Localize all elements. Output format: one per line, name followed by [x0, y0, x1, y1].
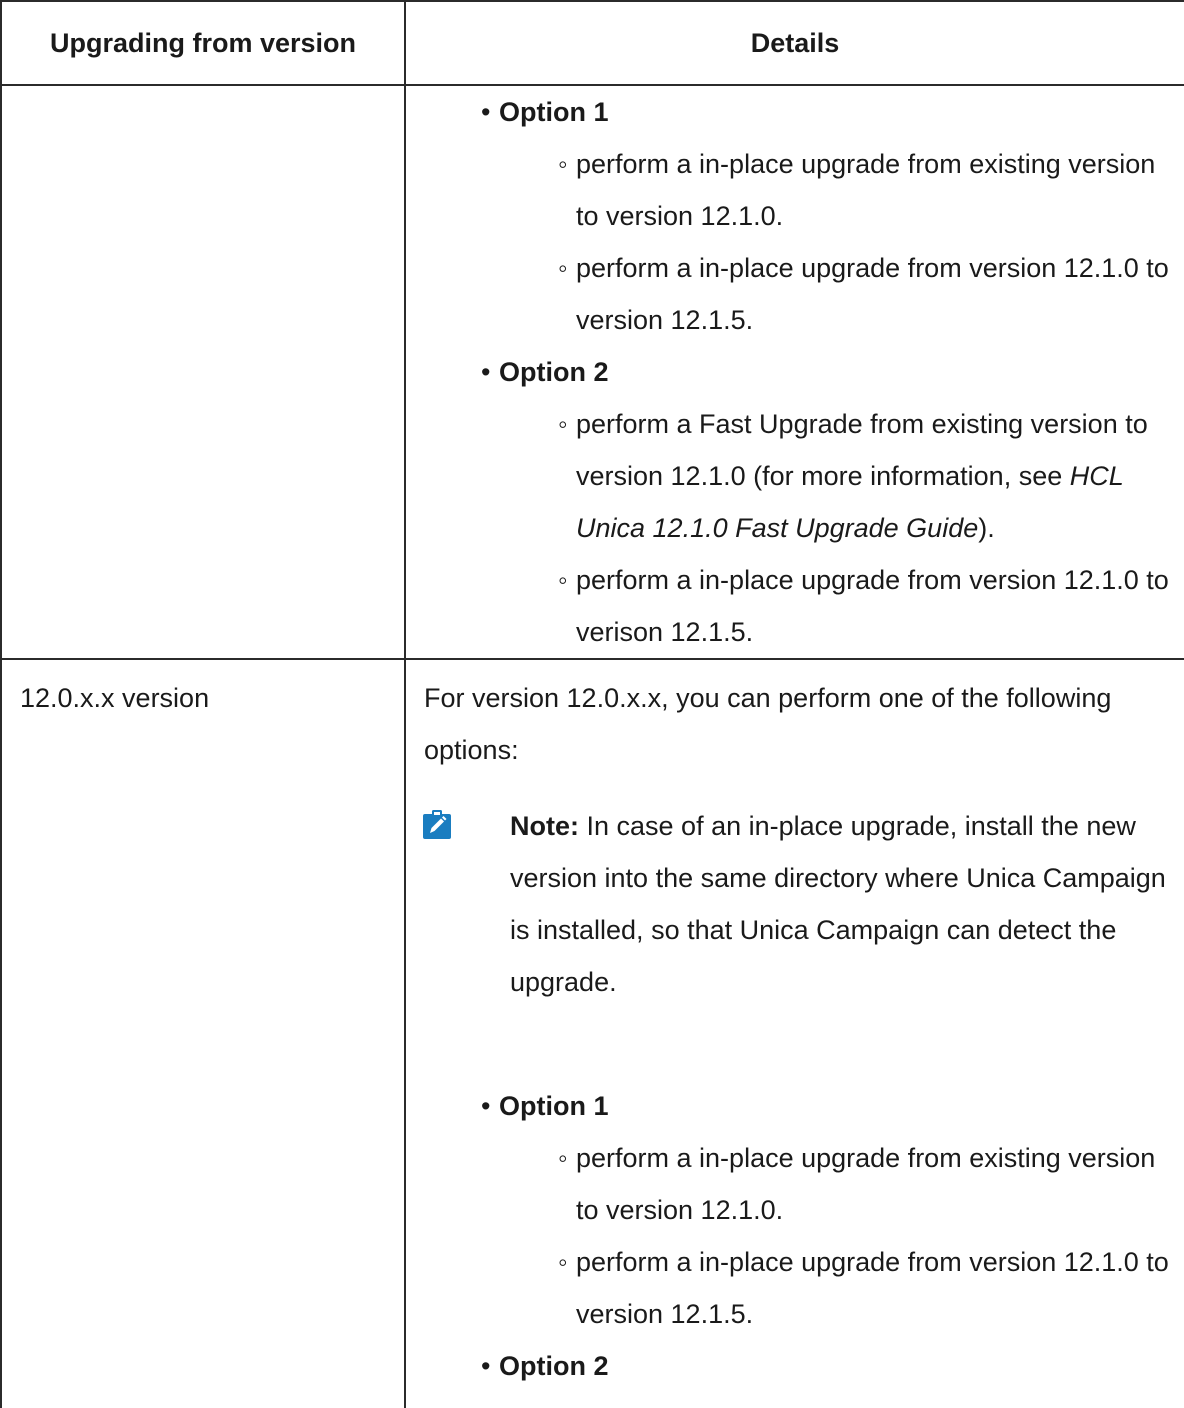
pencil-note-icon — [423, 810, 451, 839]
list-item-text: perform a in-place upgrade from existing… — [576, 149, 1156, 231]
list-item-text: perform a in-place upgrade from version … — [576, 1247, 1169, 1329]
note-block: Note: In case of an in-place upgrade, in… — [406, 776, 1184, 1054]
note-text: In case of an in-place upgrade, install … — [510, 811, 1166, 997]
list-item: ◦ perform a in-place upgrade from version… — [558, 565, 1169, 647]
list-item: ◦ perform a in-place upgrade from version… — [558, 253, 1169, 335]
version-cell: 12.0.x.x version — [0, 658, 406, 1408]
list-item-text: perform a in-place upgrade from existing… — [576, 1143, 1156, 1225]
option-2-label: Option 2 — [499, 357, 609, 387]
version-label: 12.0.x.x version — [20, 683, 210, 713]
list-item: ◦ perform a in-place upgrade from existin… — [558, 149, 1156, 231]
list-item-text: perform a in-place upgrade from version … — [576, 565, 1169, 647]
option-1-label: Option 1 — [499, 97, 609, 127]
list-item: ◦ perform a in-place upgrade from existin… — [558, 1143, 1156, 1225]
option-1-label: Option 1 — [499, 1091, 609, 1121]
details-cell: For version 12.0.x.x, you can perform on… — [404, 658, 1184, 1408]
version-cell-empty — [0, 84, 406, 660]
header-row: Upgrading from version Details — [0, 0, 1184, 86]
intro-text: For version 12.0.x.x, you can perform on… — [424, 683, 1112, 765]
list-item: ◦ perform a in-place upgrade from version… — [558, 1247, 1169, 1329]
list-item-text: perform a in-place upgrade from version … — [576, 253, 1169, 335]
option-1-bullet: • Option 1 — [481, 1091, 609, 1121]
table-row: 12.0.x.x version For version 12.0.x.x, y… — [0, 658, 1184, 1408]
table-row: • Option 1 ◦ perform a in-place upgrade fr… — [0, 84, 1184, 660]
note-label: Note: — [510, 811, 579, 841]
upgrade-table: Upgrading from version Details • Option 1… — [0, 0, 1184, 1408]
list-item-text: perform a Fast Upgrade from existing ver… — [576, 409, 1148, 491]
header-details: Details — [404, 0, 1184, 86]
list-item-suffix: ). — [978, 513, 995, 543]
details-cell: • Option 1 ◦ perform a in-place upgrade fr… — [404, 84, 1184, 660]
list-item: ◦ perform a Fast Upgrade from existing ve… — [558, 409, 1148, 543]
option-2-bullet: • Option 2 — [481, 1351, 609, 1381]
option-2-label: Option 2 — [499, 1351, 609, 1381]
header-upgrading-from: Upgrading from version — [0, 0, 406, 86]
option-2-bullet: • Option 2 — [481, 357, 609, 387]
option-1-bullet: • Option 1 — [481, 97, 609, 127]
